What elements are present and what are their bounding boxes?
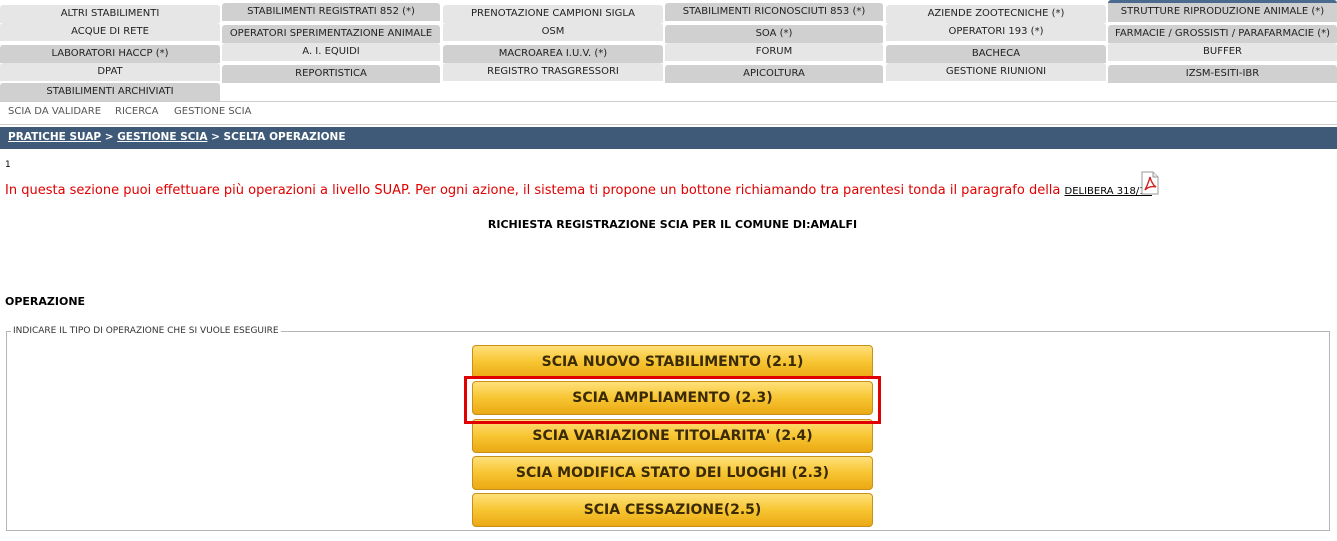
tab-forum[interactable]: FORUM	[665, 43, 883, 61]
breadcrumb-pratiche-suap[interactable]: PRATICHE SUAP	[8, 131, 101, 143]
tab-registro-trasgressori[interactable]: REGISTRO TRASGRESSORI	[443, 63, 663, 81]
tab-izsm-esiti-ibr[interactable]: IZSM-ESITI-IBR	[1108, 65, 1337, 83]
tab-macroarea-iuv[interactable]: MACROAREA I.U.V. (*)	[443, 45, 663, 63]
tab-osm[interactable]: OSM	[443, 23, 663, 41]
info-message: In questa sezione puoi effettuare più op…	[5, 183, 1152, 198]
sub-navigation: SCIA DA VALIDARE RICERCA GESTIONE SCIA	[0, 101, 1337, 125]
tab-strutture-riproduzione-animale[interactable]: STRUTTURE RIPRODUZIONE ANIMALE (*)	[1108, 0, 1337, 22]
breadcrumb-separator: >	[101, 131, 118, 143]
delibera-link[interactable]: DELIBERA 318/15	[1065, 186, 1152, 197]
tab-gestione-riunioni[interactable]: GESTIONE RIUNIONI	[886, 63, 1106, 81]
tab-ai-equidi[interactable]: A. I. EQUIDI	[222, 43, 440, 61]
tab-apicoltura[interactable]: APICOLTURA	[665, 65, 883, 83]
tab-dpat[interactable]: DPAT	[0, 63, 220, 81]
selection-highlight	[464, 376, 881, 424]
tab-stabilimenti-archiviati[interactable]: STABILIMENTI ARCHIVIATI	[0, 83, 220, 101]
tab-laboratori-haccp[interactable]: LABORATORI HACCP (*)	[0, 45, 220, 63]
tab-altri-stabilimenti[interactable]: ALTRI STABILIMENTI	[0, 5, 220, 23]
subnav-gestione-scia[interactable]: GESTIONE SCIA	[174, 106, 251, 117]
operazione-heading: OPERAZIONE	[5, 295, 86, 308]
scia-cessazione-button[interactable]: SCIA CESSAZIONE(2.5)	[472, 493, 873, 527]
breadcrumb-current: > SCELTA OPERAZIONE	[207, 131, 346, 143]
tab-soa[interactable]: SOA (*)	[665, 25, 883, 43]
tab-operatori-sperimentazione-animale[interactable]: OPERATORI SPERIMENTAZIONE ANIMALE	[222, 25, 440, 43]
tab-buffer[interactable]: BUFFER	[1108, 43, 1337, 61]
scia-modifica-stato-luoghi-button[interactable]: SCIA MODIFICA STATO DEI LUOGHI (2.3)	[472, 456, 873, 490]
subnav-scia-da-validare[interactable]: SCIA DA VALIDARE	[8, 106, 101, 117]
tab-aziende-zootecniche[interactable]: AZIENDE ZOOTECNICHE (*)	[886, 5, 1106, 23]
page-number: 1	[5, 160, 11, 170]
pdf-file-icon[interactable]	[1141, 171, 1159, 195]
tab-farmacie-grossisti-parafarmacie[interactable]: FARMACIE / GROSSISTI / PARAFARMACIE (*)	[1108, 25, 1337, 43]
tab-acque-di-rete[interactable]: ACQUE DI RETE	[0, 23, 220, 41]
scia-nuovo-stabilimento-button[interactable]: SCIA NUOVO STABILIMENTO (2.1)	[472, 345, 873, 379]
scia-variazione-titolarita-button[interactable]: SCIA VARIAZIONE TITOLARITA' (2.4)	[472, 419, 873, 453]
tab-stabilimenti-riconosciuti-853[interactable]: STABILIMENTI RICONOSCIUTI 853 (*)	[665, 3, 883, 21]
tab-stabilimenti-registrati-852[interactable]: STABILIMENTI REGISTRATI 852 (*)	[222, 3, 440, 21]
tab-bacheca[interactable]: BACHECA	[886, 45, 1106, 63]
breadcrumb-text: PRATICHE SUAP > GESTIONE SCIA > SCELTA O…	[8, 131, 346, 143]
breadcrumb-gestione-scia[interactable]: GESTIONE SCIA	[117, 131, 207, 143]
tab-reportistica[interactable]: REPORTISTICA	[222, 65, 440, 83]
info-text: In questa sezione puoi effettuare più op…	[5, 183, 1065, 198]
fieldset-legend: INDICARE IL TIPO DI OPERAZIONE CHE SI VU…	[13, 326, 279, 336]
richiesta-title: RICHIESTA REGISTRAZIONE SCIA PER IL COMU…	[487, 218, 858, 231]
tab-prenotazione-campioni-sigla[interactable]: PRENOTAZIONE CAMPIONI SIGLA	[443, 5, 663, 23]
subnav-ricerca[interactable]: RICERCA	[115, 106, 158, 117]
tab-operatori-193[interactable]: OPERATORI 193 (*)	[886, 23, 1106, 41]
breadcrumb: PRATICHE SUAP > GESTIONE SCIA > SCELTA O…	[0, 127, 1337, 149]
